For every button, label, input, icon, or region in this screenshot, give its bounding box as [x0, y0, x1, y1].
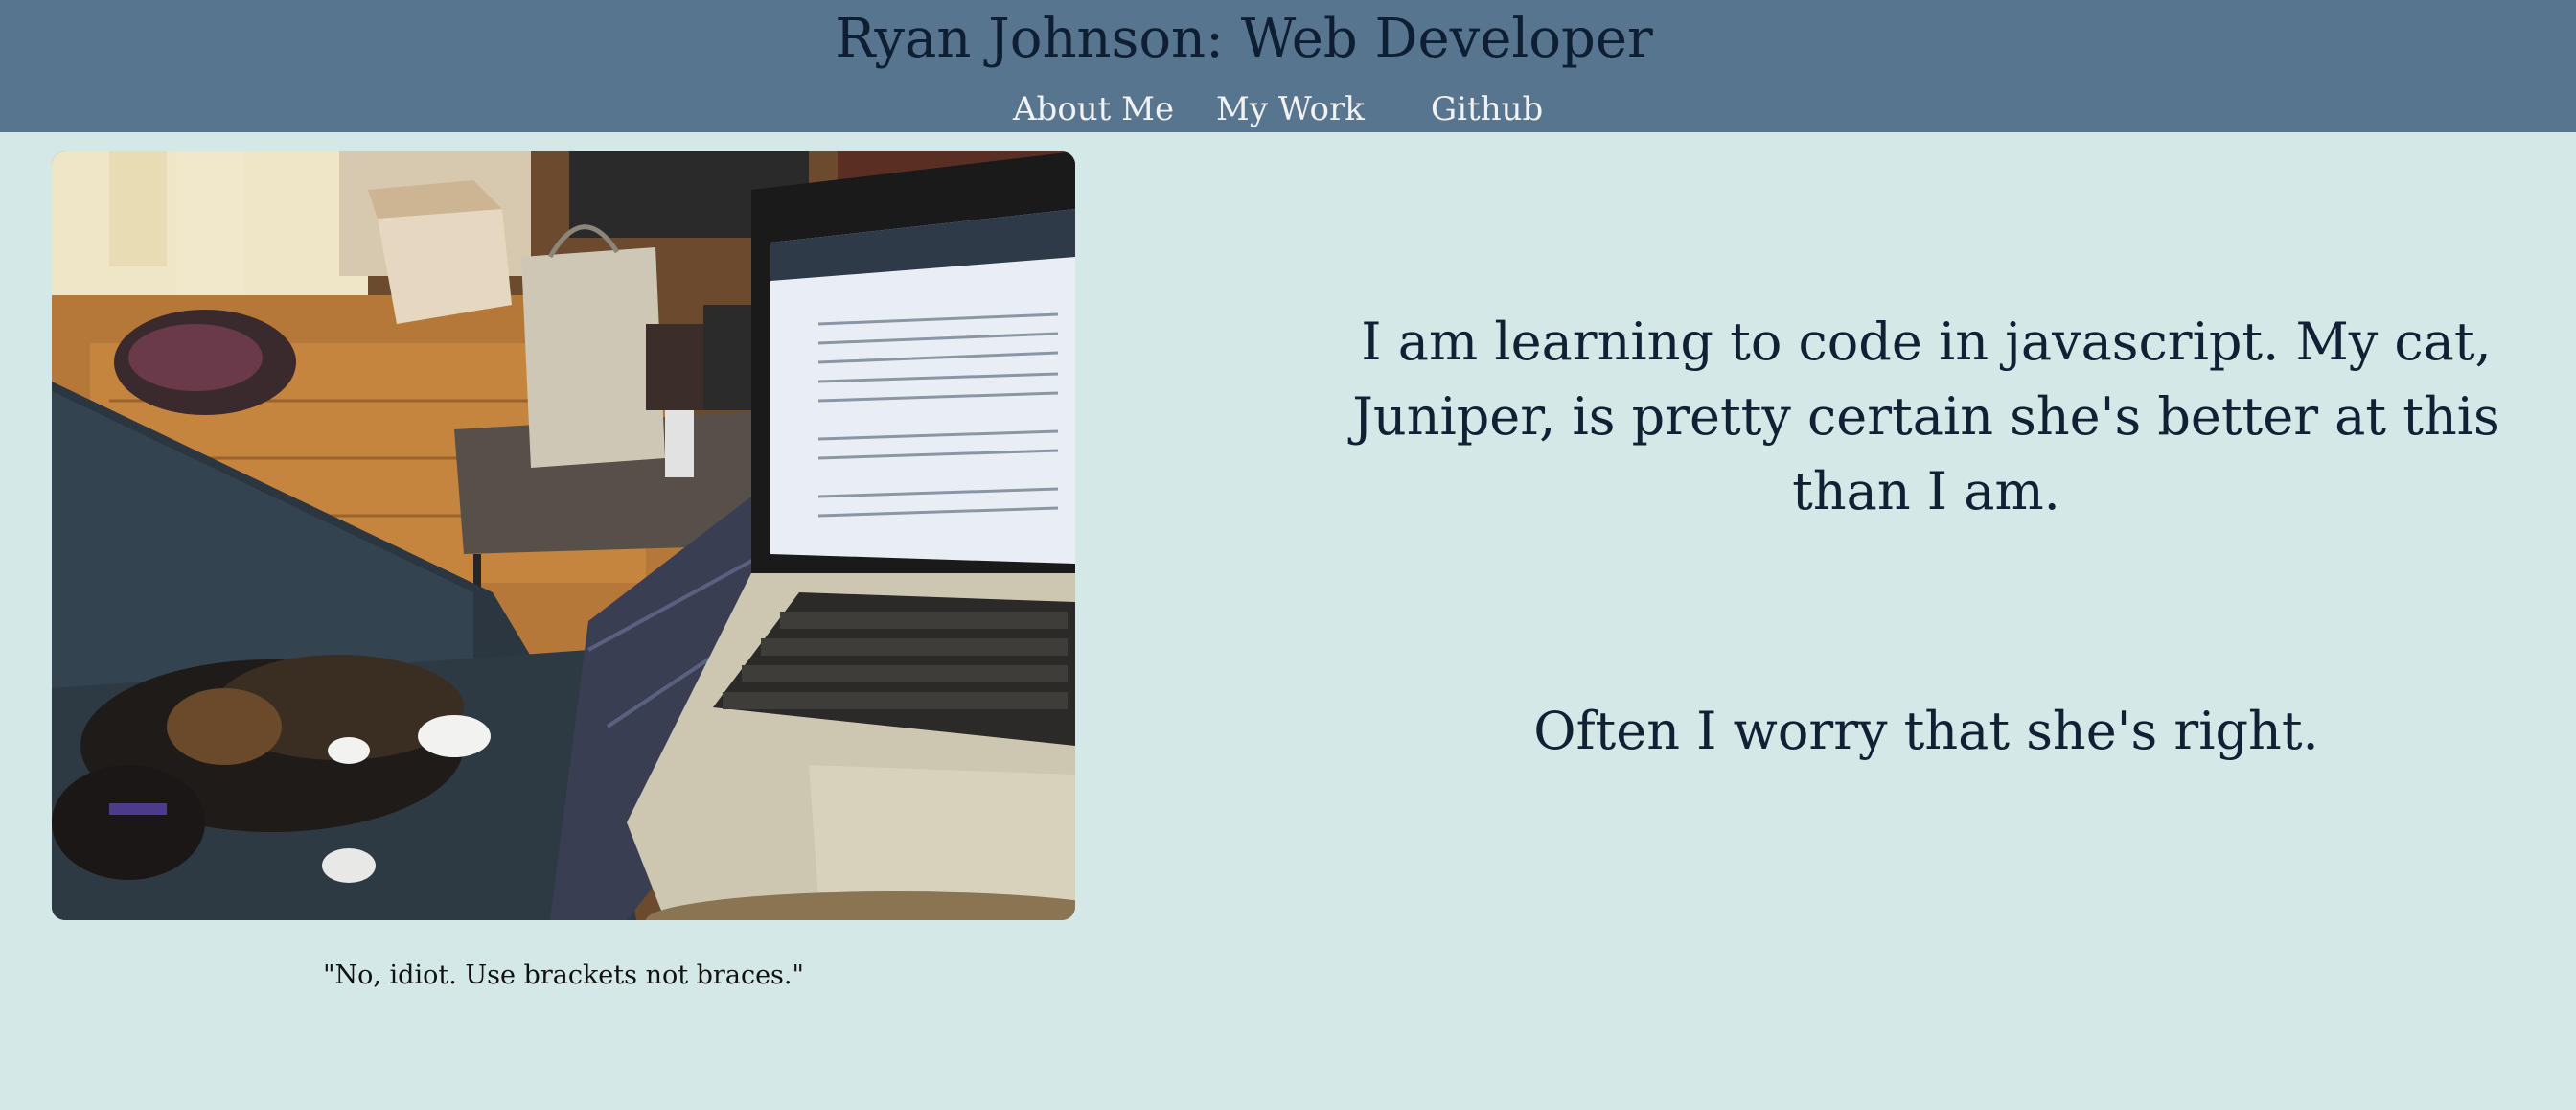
photo-caption: "No, idiot. Use brackets not braces." — [323, 960, 804, 990]
worry-text: Often I worry that she's right. — [1533, 701, 2319, 761]
intro-text: I am learning to code in javascript. My … — [1352, 312, 2500, 521]
site-header: Ryan Johnson: Web Developer About Me My … — [0, 0, 2576, 132]
site-title: Ryan Johnson: Web Developer — [835, 8, 1653, 70]
nav-link-github[interactable]: Github — [1431, 88, 1543, 130]
nav-link-my-work[interactable]: My Work — [1216, 88, 1365, 130]
nav-link-about-me[interactable]: About Me — [1013, 88, 1174, 130]
cat-laptop-photo — [52, 151, 1075, 920]
